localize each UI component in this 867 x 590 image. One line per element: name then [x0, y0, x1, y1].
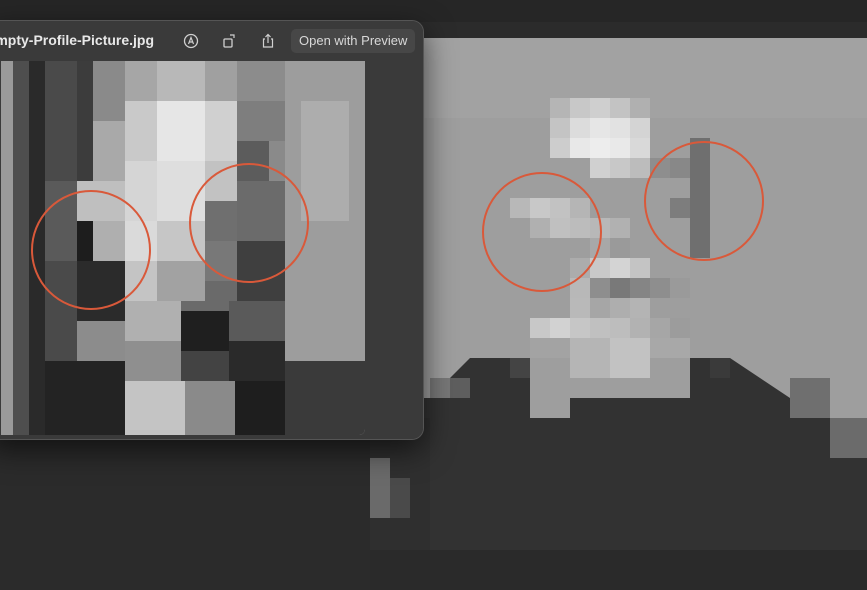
- background-image: [370, 38, 867, 550]
- desktop-bottom: [370, 550, 867, 590]
- share-icon[interactable]: [258, 31, 278, 51]
- image-preview: [1, 61, 365, 435]
- open-with-preview-button[interactable]: Open with Preview: [291, 29, 416, 53]
- markup-icon[interactable]: [181, 31, 201, 51]
- rotate-icon[interactable]: [219, 31, 239, 51]
- quick-look-window[interactable]: Empty-Profile-Picture.jpg Open with Prev…: [0, 20, 424, 440]
- window-toolbar: Empty-Profile-Picture.jpg Open with Prev…: [0, 21, 423, 61]
- pixelated-portrait-large: [370, 38, 867, 550]
- window-side-strip: [365, 61, 423, 439]
- file-title: Empty-Profile-Picture.jpg: [0, 32, 155, 48]
- pixelated-portrait-zoomed: [1, 61, 365, 435]
- desktop-strip: [0, 0, 867, 22]
